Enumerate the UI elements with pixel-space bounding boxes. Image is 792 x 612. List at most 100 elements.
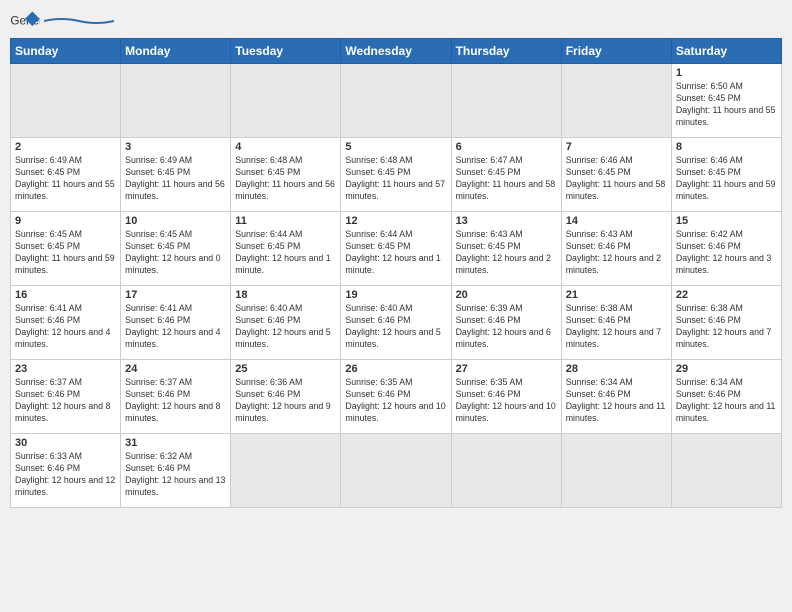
day-number: 7 (566, 141, 667, 153)
day-info: Sunrise: 6:49 AMSunset: 6:45 PMDaylight:… (15, 155, 116, 203)
week-row-0: 1 Sunrise: 6:50 AMSunset: 6:45 PMDaylight… (11, 64, 782, 138)
day-number: 8 (676, 141, 777, 153)
day-number: 18 (235, 289, 336, 301)
day-info: Sunrise: 6:45 AMSunset: 6:45 PMDaylight:… (15, 229, 116, 277)
calendar-cell: 17Sunrise: 6:41 AMSunset: 6:46 PMDayligh… (121, 286, 231, 360)
weekday-header-monday: Monday (121, 39, 231, 64)
calendar-cell (561, 64, 671, 138)
calendar-cell: 22Sunrise: 6:38 AMSunset: 6:46 PMDayligh… (671, 286, 781, 360)
day-info: Sunrise: 6:39 AMSunset: 6:46 PMDaylight:… (456, 303, 557, 351)
calendar-cell: 3Sunrise: 6:49 AMSunset: 6:45 PMDaylight… (121, 138, 231, 212)
day-number: 28 (566, 363, 667, 375)
calendar-cell: 24 Sunrise: 6:37 AMSunset: 6:46 PMDayligh… (121, 360, 231, 434)
weekday-header-saturday: Saturday (671, 39, 781, 64)
day-number: 10 (125, 215, 226, 227)
calendar-cell (231, 434, 341, 508)
day-info: Sunrise: 6:40 AMSunset: 6:46 PMDaylight:… (235, 303, 336, 351)
day-number: 1 (676, 67, 777, 79)
day-info: Sunrise: 6:40 AMSunset: 6:46 PMDaylight:… (345, 303, 446, 351)
day-number: 5 (345, 141, 446, 153)
day-number: 24 (125, 363, 226, 375)
day-info: Sunrise: 6:43 AMSunset: 6:45 PMDaylight:… (456, 229, 557, 277)
week-row-5: 30Sunrise: 6:33 AMSunset: 6:46 PMDayligh… (11, 434, 782, 508)
day-number: 23 (15, 363, 116, 375)
calendar-header: SundayMondayTuesdayWednesdayThursdayFrid… (11, 39, 782, 64)
day-info: Sunrise: 6:37 AMSunset: 6:46 PMDaylight:… (15, 377, 116, 425)
day-info: Sunrise: 6:48 AMSunset: 6:45 PMDaylight:… (235, 155, 336, 203)
day-info: Sunrise: 6:38 AMSunset: 6:46 PMDaylight:… (566, 303, 667, 351)
calendar-cell (121, 64, 231, 138)
calendar-cell: 25 Sunrise: 6:36 AMSunset: 6:46 PMDayligh… (231, 360, 341, 434)
logo-icon: General (10, 10, 40, 32)
day-number: 3 (125, 141, 226, 153)
calendar-cell: 16Sunrise: 6:41 AMSunset: 6:46 PMDayligh… (11, 286, 121, 360)
weekday-header-friday: Friday (561, 39, 671, 64)
calendar-cell: 31Sunrise: 6:32 AMSunset: 6:46 PMDayligh… (121, 434, 231, 508)
weekday-header-thursday: Thursday (451, 39, 561, 64)
day-number: 2 (15, 141, 116, 153)
day-number: 13 (456, 215, 557, 227)
calendar-cell (561, 434, 671, 508)
day-number: 9 (15, 215, 116, 227)
day-info: Sunrise: 6:34 AMSunset: 6:46 PMDaylight:… (676, 377, 777, 425)
week-row-2: 9 Sunrise: 6:45 AMSunset: 6:45 PMDaylight… (11, 212, 782, 286)
calendar: SundayMondayTuesdayWednesdayThursdayFrid… (10, 38, 782, 508)
day-number: 4 (235, 141, 336, 153)
day-number: 31 (125, 437, 226, 449)
weekday-header-sunday: Sunday (11, 39, 121, 64)
weekday-header-tuesday: Tuesday (231, 39, 341, 64)
day-number: 20 (456, 289, 557, 301)
calendar-cell: 27Sunrise: 6:35 AMSunset: 6:46 PMDayligh… (451, 360, 561, 434)
day-number: 29 (676, 363, 777, 375)
calendar-cell (451, 64, 561, 138)
weekday-row: SundayMondayTuesdayWednesdayThursdayFrid… (11, 39, 782, 64)
logo-wave (44, 17, 114, 25)
day-info: Sunrise: 6:44 AMSunset: 6:45 PMDaylight:… (345, 229, 446, 277)
day-info: Sunrise: 6:50 AMSunset: 6:45 PMDaylight:… (676, 81, 777, 129)
day-info: Sunrise: 6:41 AMSunset: 6:46 PMDaylight:… (125, 303, 226, 351)
calendar-cell: 2 Sunrise: 6:49 AMSunset: 6:45 PMDaylight… (11, 138, 121, 212)
calendar-cell: 7 Sunrise: 6:46 AMSunset: 6:45 PMDaylight… (561, 138, 671, 212)
calendar-cell: 10Sunrise: 6:45 AMSunset: 6:45 PMDayligh… (121, 212, 231, 286)
calendar-cell: 13 Sunrise: 6:43 AMSunset: 6:45 PMDayligh… (451, 212, 561, 286)
calendar-cell (671, 434, 781, 508)
calendar-cell (451, 434, 561, 508)
day-info: Sunrise: 6:46 AMSunset: 6:45 PMDaylight:… (676, 155, 777, 203)
calendar-cell: 23 Sunrise: 6:37 AMSunset: 6:46 PMDayligh… (11, 360, 121, 434)
day-number: 14 (566, 215, 667, 227)
weekday-header-wednesday: Wednesday (341, 39, 451, 64)
calendar-cell: 1 Sunrise: 6:50 AMSunset: 6:45 PMDaylight… (671, 64, 781, 138)
day-info: Sunrise: 6:47 AMSunset: 6:45 PMDaylight:… (456, 155, 557, 203)
page: General SundayMondayTuesdayWednesdayThur… (0, 0, 792, 612)
day-info: Sunrise: 6:36 AMSunset: 6:46 PMDaylight:… (235, 377, 336, 425)
calendar-cell: 5Sunrise: 6:48 AMSunset: 6:45 PMDaylight… (341, 138, 451, 212)
logo: General (10, 10, 114, 32)
calendar-cell: 6 Sunrise: 6:47 AMSunset: 6:45 PMDaylight… (451, 138, 561, 212)
day-info: Sunrise: 6:38 AMSunset: 6:46 PMDaylight:… (676, 303, 777, 351)
calendar-cell: 28 Sunrise: 6:34 AMSunset: 6:46 PMDayligh… (561, 360, 671, 434)
day-number: 26 (345, 363, 446, 375)
week-row-4: 23 Sunrise: 6:37 AMSunset: 6:46 PMDayligh… (11, 360, 782, 434)
calendar-cell: 4 Sunrise: 6:48 AMSunset: 6:45 PMDaylight… (231, 138, 341, 212)
day-info: Sunrise: 6:35 AMSunset: 6:46 PMDaylight:… (456, 377, 557, 425)
calendar-cell: 12Sunrise: 6:44 AMSunset: 6:45 PMDayligh… (341, 212, 451, 286)
day-number: 6 (456, 141, 557, 153)
day-number: 16 (15, 289, 116, 301)
week-row-3: 16 Sunrise: 6:41 AMSunset: 6:46 PMDayligh… (11, 286, 782, 360)
calendar-cell: 14Sunrise: 6:43 AMSunset: 6:46 PMDayligh… (561, 212, 671, 286)
calendar-cell: 9 Sunrise: 6:45 AMSunset: 6:45 PMDaylight… (11, 212, 121, 286)
day-info: Sunrise: 6:34 AMSunset: 6:46 PMDaylight:… (566, 377, 667, 425)
calendar-cell: 19 Sunrise: 6:40 AMSunset: 6:46 PMDayligh… (341, 286, 451, 360)
calendar-cell: 18 Sunrise: 6:40 AMSunset: 6:46 PMDayligh… (231, 286, 341, 360)
day-info: Sunrise: 6:37 AMSunset: 6:46 PMDaylight:… (125, 377, 226, 425)
day-info: Sunrise: 6:42 AMSunset: 6:46 PMDaylight:… (676, 229, 777, 277)
day-info: Sunrise: 6:46 AMSunset: 6:45 PMDaylight:… (566, 155, 667, 203)
day-number: 21 (566, 289, 667, 301)
day-number: 19 (345, 289, 446, 301)
day-number: 30 (15, 437, 116, 449)
calendar-cell: 15Sunrise: 6:42 AMSunset: 6:46 PMDayligh… (671, 212, 781, 286)
header: General (10, 10, 782, 32)
day-info: Sunrise: 6:35 AMSunset: 6:46 PMDaylight:… (345, 377, 446, 425)
calendar-cell: 8 Sunrise: 6:46 AMSunset: 6:45 PMDaylight… (671, 138, 781, 212)
day-number: 25 (235, 363, 336, 375)
